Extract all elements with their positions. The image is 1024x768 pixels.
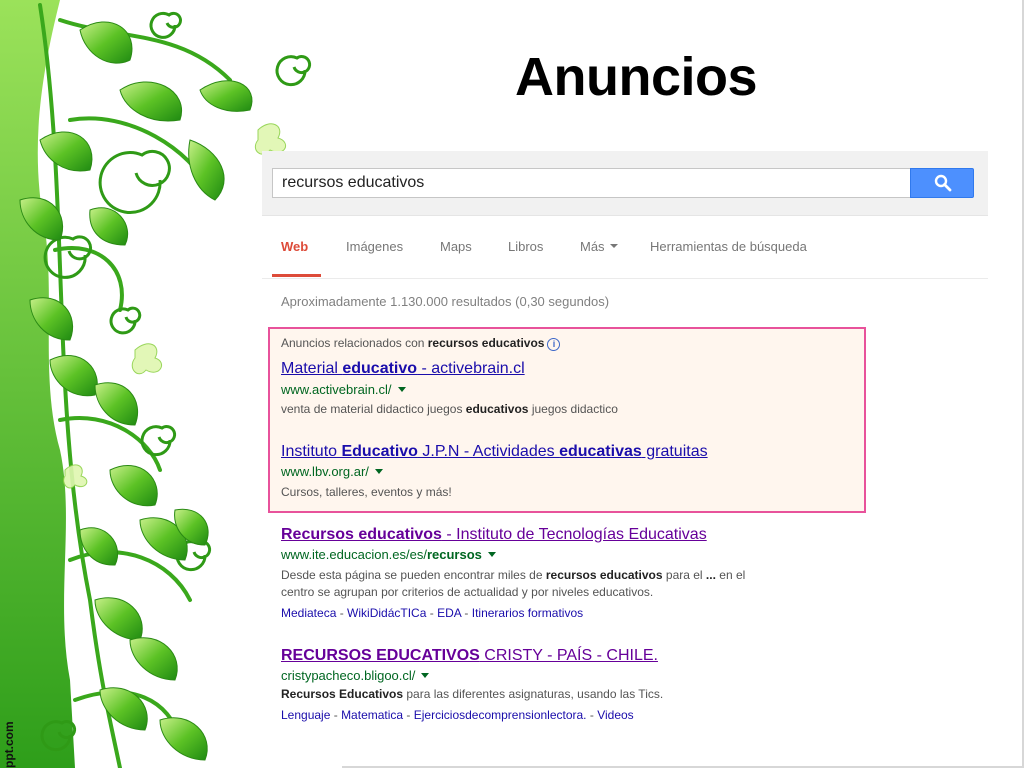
result-url[interactable]: cristypacheco.bligoo.cl/ xyxy=(281,668,430,683)
ad-title-keyword: educativo xyxy=(342,360,418,377)
ad-title-part: Instituto xyxy=(281,443,342,460)
snippet-keyword: Recursos Educativos xyxy=(281,687,404,701)
tab-images[interactable]: Imágenes xyxy=(346,239,403,254)
result-url-keyword: recursos xyxy=(426,547,482,562)
ad-url[interactable]: www.lbv.org.ar/ xyxy=(281,464,383,479)
chevron-down-icon xyxy=(609,243,618,248)
ads-header-prefix: Anuncios relacionados con xyxy=(281,336,428,350)
tab-web[interactable]: Web xyxy=(281,239,308,254)
tab-more-label: Más xyxy=(580,239,605,254)
sitelink[interactable]: Ejerciciosdecomprensionlectora. xyxy=(414,708,587,722)
tab-books[interactable]: Libros xyxy=(508,239,543,254)
ad-title-part: gratuitas xyxy=(641,443,708,460)
ad-title-part: Material xyxy=(281,360,343,377)
dropdown-arrow-icon[interactable] xyxy=(487,552,496,558)
dropdown-arrow-icon[interactable] xyxy=(374,469,383,475)
result-title-link[interactable]: Recursos educativos - Instituto de Tecno… xyxy=(281,526,707,544)
sitelink[interactable]: Videos xyxy=(597,708,633,722)
result-title-keyword: RECURSOS EDUCATIVOS xyxy=(281,647,480,664)
active-tab-indicator xyxy=(272,274,321,277)
watermark-text: ppt.com xyxy=(2,721,16,768)
snippet-keyword: educativos xyxy=(465,402,529,416)
tab-more[interactable]: Más xyxy=(580,239,618,254)
ad-snippet: venta de material didactico juegos educa… xyxy=(281,401,618,418)
tab-maps[interactable]: Maps xyxy=(440,239,472,254)
result-url-text: cristypacheco.bligoo.cl/ xyxy=(281,668,416,683)
result-snippet: Recursos Educativos para las diferentes … xyxy=(281,686,663,703)
snippet-text: venta de material didactico juegos xyxy=(281,402,466,416)
snippet-text: juegos didactico xyxy=(528,402,618,416)
result-url-text: www.ite.educacion.es/es/ xyxy=(281,547,427,562)
dropdown-arrow-icon[interactable] xyxy=(397,387,406,393)
result-snippet-line2: centro se agrupan por criterios de actua… xyxy=(281,585,654,599)
ad-url[interactable]: www.activebrain.cl/ xyxy=(281,382,406,397)
result-title-keyword: Recursos educativos xyxy=(281,526,442,543)
result-snippet: Desde esta página se pueden encontrar mi… xyxy=(281,567,745,584)
ads-header-query: recursos educativos xyxy=(427,336,545,350)
slide-title: Anuncios xyxy=(515,47,758,107)
result-title-part: CRISTY - PAÍS - CHILE. xyxy=(479,647,658,664)
ad-url-text: www.activebrain.cl/ xyxy=(281,382,392,397)
dropdown-arrow-icon[interactable] xyxy=(421,673,430,679)
sitelink[interactable]: EDA xyxy=(437,606,461,620)
info-icon[interactable]: i xyxy=(547,338,561,351)
result-title-link[interactable]: RECURSOS EDUCATIVOS CRISTY - PAÍS - CHIL… xyxy=(281,647,658,665)
result-url[interactable]: www.ite.educacion.es/es/recursos xyxy=(281,547,496,562)
ad-title-keyword: educativas xyxy=(559,443,642,460)
ad-url-text: www.lbv.org.ar/ xyxy=(281,464,369,479)
result-title-part: - Instituto de Tecnologías Educativas xyxy=(441,526,707,543)
snippet-text: para el xyxy=(662,568,706,582)
sitelink[interactable]: Itinerarios formativos xyxy=(472,606,583,620)
search-button[interactable] xyxy=(910,168,974,198)
result-stats: Aproximadamente 1.130.000 resultados (0,… xyxy=(281,294,610,309)
ad-title-link[interactable]: Material educativo - activebrain.cl xyxy=(281,360,525,378)
search-box[interactable] xyxy=(272,168,910,198)
ad-snippet: Cursos, talleres, eventos y más! xyxy=(281,485,452,499)
search-tabs: Web Imágenes Maps Libros Más Herramienta… xyxy=(262,230,988,279)
sitelink[interactable]: WikiDidácTICa xyxy=(347,606,426,620)
snippet-text: para las diferentes asignaturas, usando … xyxy=(403,687,664,701)
result-sitelinks: Lenguaje - Matematica - Ejerciciosdecomp… xyxy=(281,708,634,722)
snippet-ellipsis: ... xyxy=(705,568,716,582)
sitelink[interactable]: Matematica xyxy=(341,708,403,722)
search-icon xyxy=(934,174,952,192)
result-sitelinks: Mediateca - WikiDidácTICa - EDA - Itiner… xyxy=(281,606,584,620)
ad-title-keyword: Educativo xyxy=(341,443,418,460)
search-input[interactable] xyxy=(282,174,882,192)
ad-title-part: J.P.N - Actividades xyxy=(417,443,560,460)
snippet-text: en el xyxy=(715,568,746,582)
snippet-text: Desde esta página se pueden encontrar mi… xyxy=(281,568,546,582)
ad-title-part: - activebrain.cl xyxy=(417,360,525,377)
snippet-keyword: recursos educativos xyxy=(545,568,663,582)
ad-title-link[interactable]: Instituto Educativo J.P.N - Actividades … xyxy=(281,443,708,461)
sitelink[interactable]: Mediateca xyxy=(281,606,336,620)
sitelink[interactable]: Lenguaje xyxy=(281,708,330,722)
ads-header: Anuncios relacionados con recursos educa… xyxy=(281,336,561,351)
tab-search-tools[interactable]: Herramientas de búsqueda xyxy=(650,239,807,254)
